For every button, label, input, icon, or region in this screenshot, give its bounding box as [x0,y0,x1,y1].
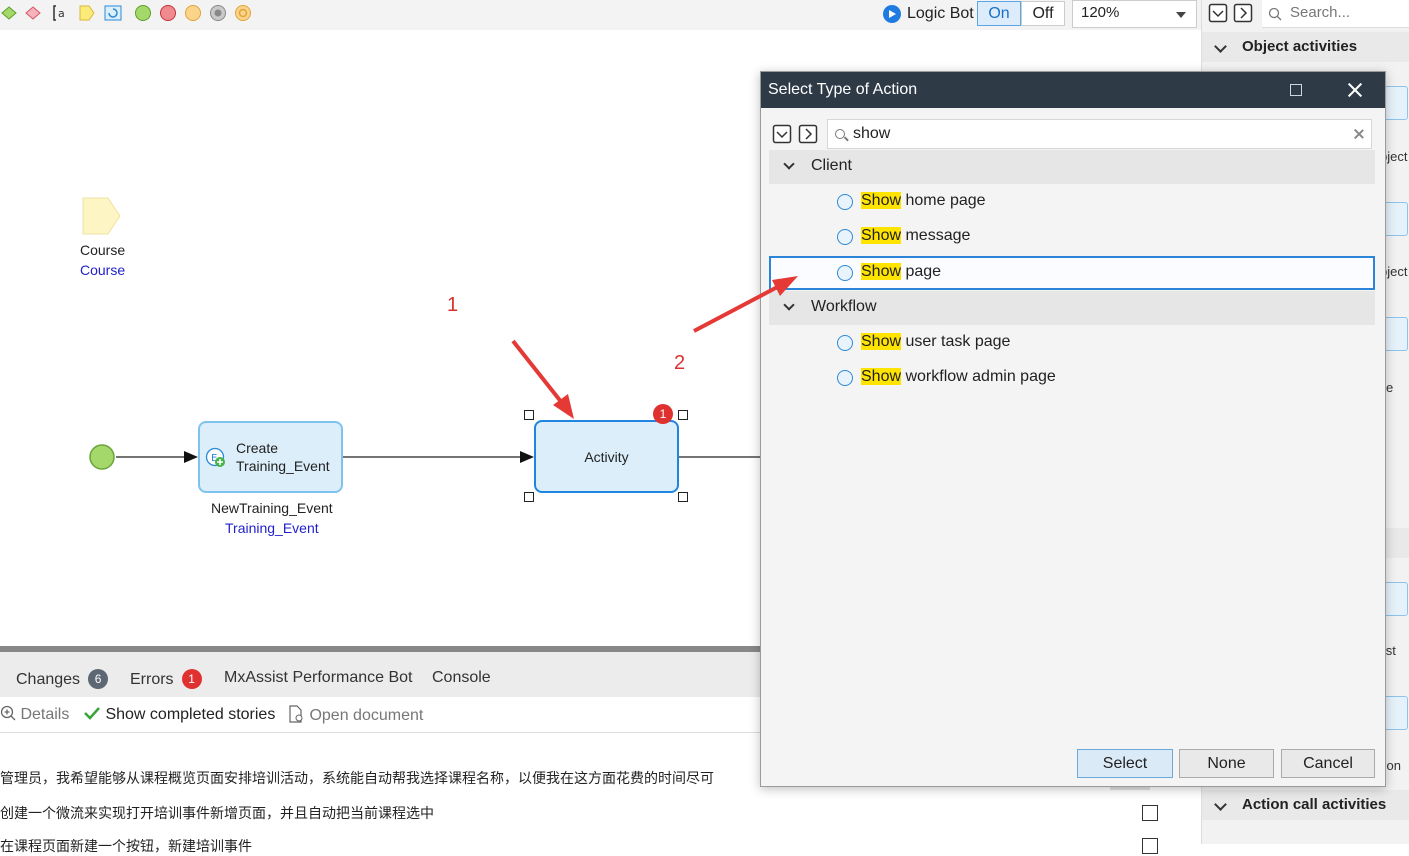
svg-text:a: a [58,7,65,20]
group-client[interactable]: Client [769,150,1375,184]
parameter-name: Course [80,242,126,258]
flow-lines [116,451,760,463]
exclusive-split-icon[interactable] [0,4,18,22]
zoom-in-icon [0,705,16,721]
action-show-page[interactable]: Show page [769,256,1375,290]
toolbox-search-input[interactable]: Search... [1262,0,1409,28]
parameter-icon[interactable] [78,4,96,22]
activity-node[interactable]: Activity [534,420,679,493]
object-entity-name: Training_Event [225,520,319,536]
story-checkbox[interactable] [1142,805,1158,821]
details-button[interactable]: Details [0,705,69,724]
chevron-down-icon [783,299,795,311]
tab-mxassist[interactable]: MxAssist Performance Bot [224,669,413,687]
message-icon [837,229,853,245]
group-workflow[interactable]: Workflow [769,291,1375,325]
collapse-all-icon[interactable] [772,124,792,144]
cancel-button[interactable]: Cancel [1281,749,1375,778]
resize-handle[interactable] [678,410,688,420]
expand-all-icon[interactable] [1233,3,1253,23]
error-event-icon[interactable] [184,4,202,22]
collapse-all-icon[interactable] [1208,3,1228,23]
logic-bot-icon [883,5,901,23]
action-show-message[interactable]: Show message [769,220,1375,254]
chevron-down-icon [1214,40,1227,53]
tab-console[interactable]: Console [432,669,491,687]
logic-bot-on-toggle[interactable]: On [977,1,1021,26]
story-item[interactable]: 管理员，我希望能够从课程概览页面安排培训活动，系统能自动帮我选择课程名称，以便我… [0,768,762,788]
chevron-down-icon [1176,12,1186,18]
loop-icon[interactable] [104,4,122,22]
action-search-input[interactable]: show [827,119,1372,149]
select-button[interactable]: Select [1077,749,1173,778]
action-show-home-page[interactable]: Show home page [769,185,1375,219]
end-event-icon[interactable] [159,4,177,22]
resize-handle[interactable] [524,410,534,420]
story-checkbox[interactable] [1142,838,1158,854]
create-object-label: Create Training_Event [236,440,330,474]
story-item[interactable]: 在课程页面新建一个按钮，新建培训事件 [0,836,252,856]
chevron-down-icon [1214,798,1227,811]
maximize-icon[interactable] [1290,84,1302,96]
logic-bot-label: Logic Bot [883,2,974,26]
search-icon [1268,7,1282,21]
action-show-workflow-admin-page[interactable]: Show workflow admin page [769,361,1375,395]
parameter-icon[interactable] [82,197,122,235]
activity-label: Activity [584,449,629,465]
document-icon [289,705,303,723]
object-activities-header[interactable]: Object activities [1202,32,1409,62]
start-event-icon[interactable] [88,443,116,471]
top-toolbar: a Logic Bot On Off 120% [0,0,1201,30]
story-item[interactable]: 创建一个微流来实现打开培训事件新增页面，并且自动把当前课程选中 [0,803,434,823]
dialog-title-bar[interactable]: Select Type of Action [761,72,1385,108]
chevron-down-icon [783,158,795,170]
none-button[interactable]: None [1179,749,1274,778]
home-page-icon [837,194,853,210]
open-document-button[interactable]: Open document [287,705,423,725]
error-badge: 1 [653,404,673,424]
resize-handle[interactable] [678,492,688,502]
annotation-number: 2 [674,352,686,374]
dialog-title: Select Type of Action [768,81,918,98]
user-task-page-icon [837,335,853,351]
microflow-canvas[interactable]: Course Course E Create Training_Event Ne… [0,30,760,640]
search-icon [835,129,845,139]
clear-search-icon[interactable] [1353,128,1365,140]
action-show-user-task-page[interactable]: Show user task page [769,326,1375,360]
annotation-number: 1 [447,294,459,316]
close-icon[interactable] [1345,80,1365,100]
continue-event-icon[interactable] [234,4,252,22]
create-object-activity[interactable]: E Create Training_Event [198,421,343,493]
expand-all-icon[interactable] [798,124,818,144]
show-completed-stories-toggle[interactable]: Show completed stories [83,705,275,724]
object-variable-name: NewTraining_Event [211,500,333,516]
break-event-icon[interactable] [209,4,227,22]
errors-count-badge: 1 [181,669,202,689]
tab-errors[interactable]: Errors 1 [130,669,202,689]
page-icon [837,265,853,281]
annotation-icon[interactable]: a [52,4,70,22]
workflow-admin-page-icon [837,370,853,386]
check-icon [84,707,100,720]
bottom-panel-tabs: Changes 6 Errors 1 MxAssist Performance Bo… [0,652,760,697]
select-action-dialog: Select Type of Action show Client Show h… [760,71,1386,787]
toolbox-tile-label: e [1386,380,1394,395]
parameter-entity: Course [80,262,126,278]
changes-count-badge: 6 [88,669,109,689]
create-object-icon: E [205,447,225,467]
merge-icon[interactable] [24,4,42,22]
start-event-icon[interactable] [134,4,152,22]
zoom-select[interactable]: 120% [1072,0,1197,28]
logic-bot-off-toggle[interactable]: Off [1021,1,1065,26]
tab-changes[interactable]: Changes 6 [16,669,109,689]
action-call-activities-header[interactable]: Action call activities [1202,790,1409,820]
resize-handle[interactable] [524,492,534,502]
stories-toolbar: Details Show completed stories Open docu… [0,697,760,733]
